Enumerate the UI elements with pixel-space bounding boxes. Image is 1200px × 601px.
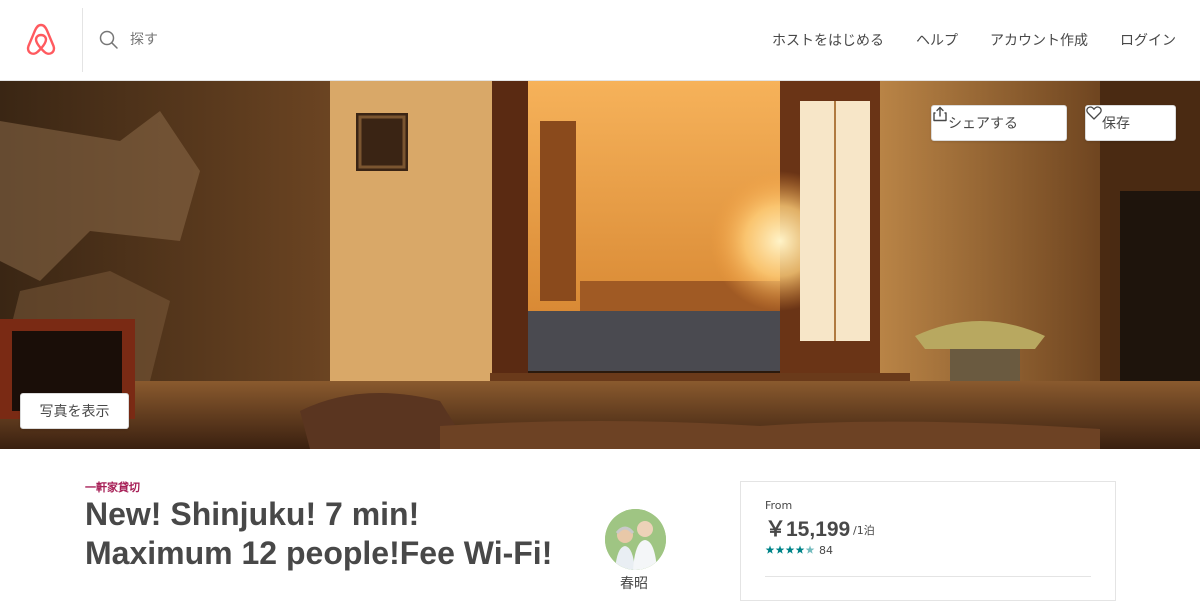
header-divider (82, 8, 83, 72)
save-button[interactable]: 保存 (1085, 105, 1176, 141)
top-header: ホストをはじめる ヘルプ アカウント作成 ログイン (0, 0, 1200, 81)
nav-help[interactable]: ヘルプ (900, 30, 974, 50)
nav-log-in[interactable]: ログイン (1104, 30, 1200, 50)
host-photo (605, 509, 666, 570)
listing-summary: 一軒家貸切 New! Shinjuku! 7 min! Maximum 12 p… (0, 449, 1200, 601)
nav-become-host[interactable]: ホストをはじめる (756, 30, 900, 50)
search-input[interactable] (130, 28, 510, 52)
show-photos-button[interactable]: 写真を表示 (20, 393, 129, 429)
heart-icon (1086, 106, 1102, 120)
search-bar[interactable] (98, 28, 518, 52)
listing-type-badge: 一軒家貸切 (85, 481, 140, 494)
price-from-label: From (765, 499, 793, 512)
header-nav: ホストをはじめる ヘルプ アカウント作成 ログイン (756, 0, 1200, 80)
star-2 (775, 545, 785, 554)
host-name[interactable]: 春昭 (620, 573, 648, 593)
star-5 (805, 545, 815, 554)
star-rating-icon (765, 545, 815, 554)
star-3 (785, 545, 795, 554)
hero-photo[interactable]: シェアする 保存 写真を表示 (0, 81, 1200, 449)
share-button[interactable]: シェアする (931, 105, 1067, 141)
share-icon (933, 106, 947, 122)
star-4 (795, 545, 805, 554)
show-photos-label: 写真を表示 (39, 404, 110, 420)
per-night-label: /1泊 (853, 524, 875, 537)
star-1 (765, 545, 775, 554)
save-label: 保存 (1102, 116, 1130, 132)
booking-divider (765, 576, 1091, 577)
share-label: シェアする (948, 116, 1018, 132)
nightly-price: ￥15,199 (765, 518, 851, 541)
listing-title: New! Shinjuku! 7 min! Maximum 12 people!… (85, 496, 553, 571)
booking-card: From ￥15,199 /1泊 84 (740, 481, 1116, 601)
airbnb-logo-icon[interactable] (24, 22, 58, 58)
review-count[interactable]: 84 (819, 544, 833, 557)
search-icon (99, 30, 118, 49)
nav-sign-up[interactable]: アカウント作成 (974, 30, 1104, 50)
host-avatar[interactable] (605, 509, 666, 570)
